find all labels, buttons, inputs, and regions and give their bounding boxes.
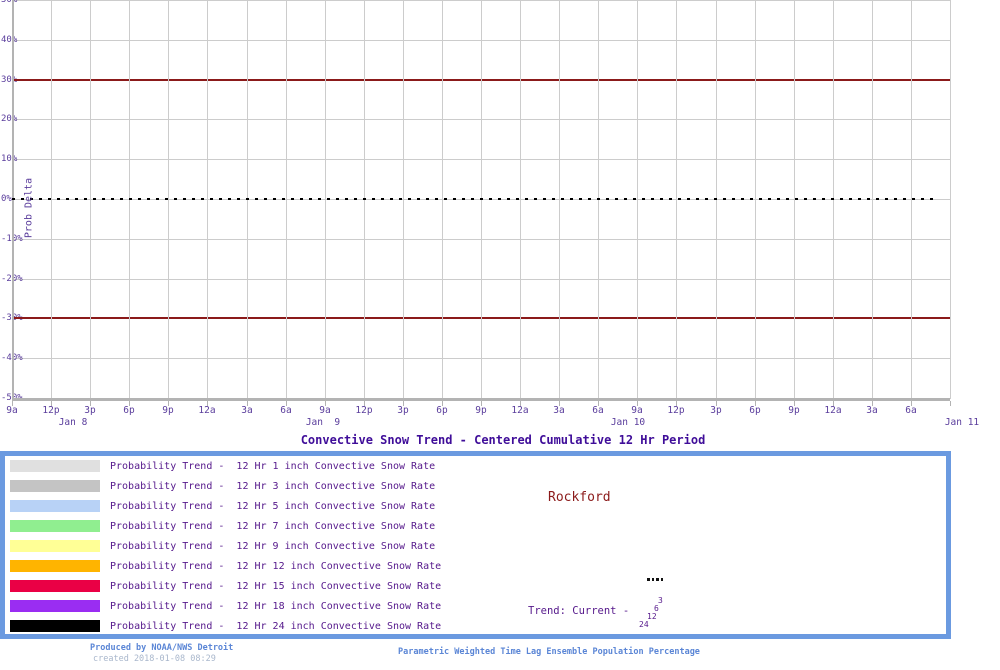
footer-created-timestamp: created 2018-01-08 08:29 (93, 654, 216, 664)
trend-current-label: Trend: Current - (528, 605, 630, 617)
x-tick-label: 9p (475, 405, 487, 416)
y-tick-label: 40% (1, 35, 18, 45)
x-tick-label: 9p (162, 405, 174, 416)
legend-swatch (10, 620, 100, 632)
legend-label: Probability Trend - 12 Hr 3 inch Convect… (110, 481, 436, 492)
trend-dot (651, 578, 655, 581)
y-tick-label: 20% (1, 114, 18, 124)
x-tick-label: 3a (866, 405, 878, 416)
trend-dot (660, 578, 664, 581)
x-tick-label: 6p (749, 405, 761, 416)
x-tick-label: 6a (280, 405, 292, 416)
x-date-label: Jan 8 (58, 417, 88, 428)
meteogram-page: 50%40%30%20%10%0%-10%-20%-30%-40%-50% Pr… (0, 0, 1000, 670)
x-date-label: Jan 11 (944, 417, 980, 428)
x-tick-label: 3p (84, 405, 96, 416)
x-tick-label: 9a (6, 405, 18, 416)
x-tick-label: 12p (42, 405, 60, 416)
x-tick-label: 9p (788, 405, 800, 416)
x-tick-label: 3a (241, 405, 253, 416)
zero-percent-dotted-line (12, 198, 937, 200)
trend-marker-24hr: 24 (639, 620, 649, 629)
y-tick-label: 0% (1, 194, 12, 204)
x-tick-label: 12a (824, 405, 842, 416)
x-tick-label: 9a (319, 405, 331, 416)
x-tick-label: 12a (511, 405, 529, 416)
x-tick-label: 3p (710, 405, 722, 416)
trend-dot (656, 578, 659, 581)
legend-label: Probability Trend - 12 Hr 1 inch Convect… (110, 461, 436, 472)
legend-label: Probability Trend - 12 Hr 18 inch Convec… (110, 601, 442, 612)
x-tick-label: 6a (905, 405, 917, 416)
location-label: Rockford (548, 490, 611, 505)
gridline-vertical (950, 0, 951, 399)
legend-swatch (10, 560, 100, 572)
x-tick-mark (950, 401, 951, 406)
x-tick-label: 9a (631, 405, 643, 416)
legend-label: Probability Trend - 12 Hr 15 inch Convec… (110, 581, 442, 592)
legend-swatch (10, 540, 100, 552)
x-tick-label: 12p (355, 405, 373, 416)
x-tick-label: 6a (592, 405, 604, 416)
legend-swatch (10, 500, 100, 512)
legend-swatch (10, 480, 100, 492)
legend-swatch (10, 580, 100, 592)
footer-method-description: Parametric Weighted Time Lag Ensemble Po… (398, 647, 700, 657)
legend-swatch (10, 600, 100, 612)
x-tick-label: 6p (123, 405, 135, 416)
chart-area: 50%40%30%20%10%0%-10%-20%-30%-40%-50% Pr… (0, 0, 1000, 450)
y-tick-label: 10% (1, 154, 18, 164)
legend-label: Probability Trend - 12 Hr 9 inch Convect… (110, 541, 436, 552)
legend-swatch (10, 460, 100, 472)
x-date-label: Jan 9 (305, 417, 341, 428)
legend-label: Probability Trend - 12 Hr 5 inch Convect… (110, 501, 436, 512)
legend-label: Probability Trend - 12 Hr 7 inch Convect… (110, 521, 436, 532)
x-date-label: Jan 10 (610, 417, 646, 428)
chart-title: Convective Snow Trend - Centered Cumulat… (300, 433, 706, 447)
legend-label: Probability Trend - 12 Hr 12 inch Convec… (110, 561, 442, 572)
x-tick-label: 12p (667, 405, 685, 416)
legend-label: Probability Trend - 12 Hr 24 inch Convec… (110, 621, 442, 632)
y-tick-label: 50% (1, 0, 18, 5)
x-tick-label: 6p (436, 405, 448, 416)
legend-box: Probability Trend - 12 Hr 1 inch Convect… (0, 451, 951, 639)
trend-dot (647, 578, 650, 581)
legend-swatch (10, 520, 100, 532)
x-tick-label: 12a (198, 405, 216, 416)
footer-produced-by: Produced by NOAA/NWS Detroit (90, 643, 234, 653)
x-tick-label: 3a (553, 405, 565, 416)
y-axis-title-label: Prob Delta (23, 177, 35, 239)
x-tick-label: 3p (397, 405, 409, 416)
